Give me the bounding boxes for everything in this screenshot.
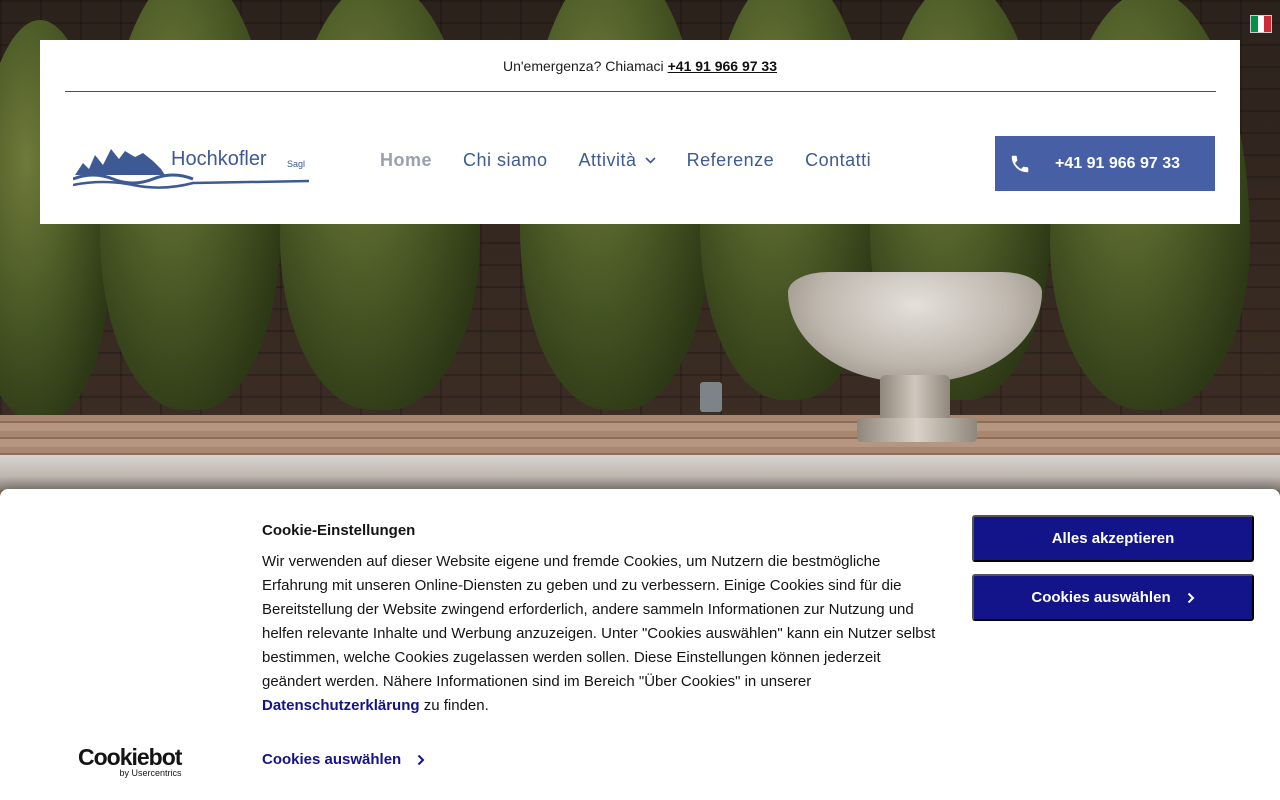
emergency-bar: Un'emergenza? Chiamaci +41 91 966 97 33 [40, 40, 1240, 92]
cookie-banner: Cookiebot by Usercentrics Cookie-Einstel… [0, 489, 1280, 800]
select-cookies-button[interactable]: Cookies auswählen [972, 574, 1254, 621]
logo-wave-2 [73, 179, 310, 189]
cookiebot-logo: Cookiebot by Usercentrics [78, 744, 182, 778]
nav-home[interactable]: Home [380, 150, 432, 171]
logo-mountains [75, 149, 165, 175]
logo-text: Hochkofler [171, 148, 267, 170]
header-divider [65, 91, 1216, 92]
company-logo[interactable]: Hochkofler Sagl [73, 141, 311, 189]
emergency-phone-link[interactable]: +41 91 966 97 33 [668, 58, 777, 74]
call-button[interactable]: +41 91 966 97 33 [995, 136, 1215, 191]
stone-urn-base [857, 418, 977, 442]
nav-contatti[interactable]: Contatti [805, 150, 871, 171]
nav-chi-siamo[interactable]: Chi siamo [463, 150, 548, 171]
cookie-body-text: Wir verwenden auf dieser Website eigene … [262, 553, 936, 690]
select-cookies-link[interactable]: Cookies auswählen [262, 751, 425, 768]
pipe [700, 382, 722, 412]
accept-all-button[interactable]: Alles akzeptieren [972, 515, 1254, 562]
logo-suffix: Sagl [287, 159, 305, 169]
call-button-label: +41 91 966 97 33 [1055, 154, 1181, 172]
emergency-text: Un'emergenza? Chiamaci [502, 58, 664, 74]
flag-stripe-green [1251, 16, 1258, 32]
chevron-right-icon [418, 754, 425, 765]
main-nav: Home Chi siamo Attività Referenze Contat… [380, 150, 902, 171]
cookie-body: Wir verwenden auf dieser Website eigene … [262, 550, 942, 718]
nav-referenze[interactable]: Referenze [687, 150, 775, 171]
site-header: Un'emergenza? Chiamaci +41 91 966 97 33 … [40, 40, 1240, 224]
cookiebot-brand: Cookiebot [78, 744, 182, 770]
flag-stripe-red [1264, 16, 1272, 32]
cookie-body-end: zu finden. [423, 697, 489, 714]
chevron-down-icon [645, 157, 656, 164]
pool-edge [0, 455, 1280, 490]
privacy-policy-link[interactable]: Datenschutzerklärung [262, 697, 420, 714]
nav-attivita-label: Attività [578, 150, 637, 170]
select-cookies-button-label: Cookies auswählen [1031, 589, 1171, 606]
chevron-right-icon [1187, 592, 1195, 603]
italy-flag-icon[interactable] [1250, 15, 1272, 33]
cookie-title: Cookie-Einstellungen [262, 522, 416, 539]
phone-icon [1011, 155, 1029, 172]
select-cookies-link-label: Cookies auswählen [262, 751, 402, 768]
nav-attivita[interactable]: Attività [579, 150, 656, 171]
flag-stripe-white [1257, 16, 1265, 32]
